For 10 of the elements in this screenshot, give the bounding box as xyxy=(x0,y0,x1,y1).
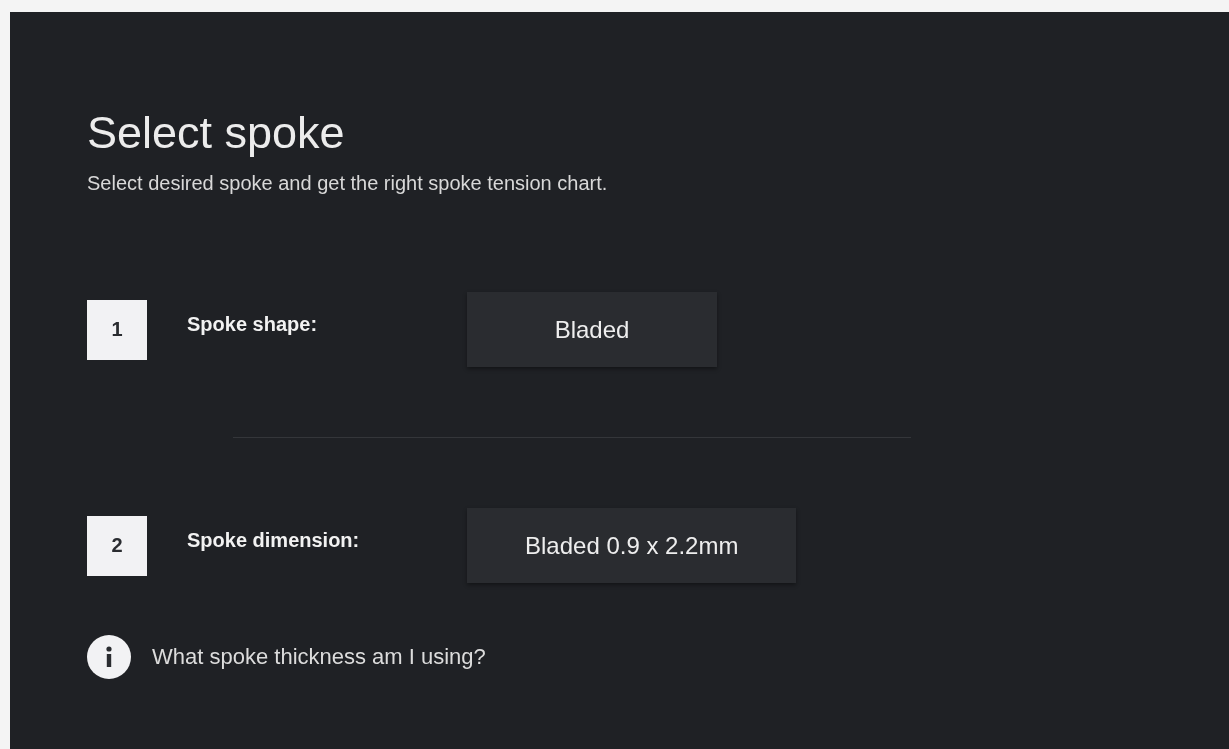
help-link[interactable]: What spoke thickness am I using? xyxy=(152,644,486,670)
step-number: 2 xyxy=(87,515,147,576)
select-button[interactable]: Bladed xyxy=(467,292,717,367)
info-icon xyxy=(87,635,131,679)
step-label: Spoke shape: xyxy=(187,313,319,336)
page-subtitle: Select desired spoke and get the right spoke tension chart. xyxy=(87,171,609,196)
page-title: Select spoke xyxy=(87,106,346,160)
select-button[interactable]: Bladed 0.9 x 2.2mm xyxy=(467,508,797,583)
step-number: 1 xyxy=(87,299,147,360)
step-label: Spoke dimension: xyxy=(187,529,361,552)
